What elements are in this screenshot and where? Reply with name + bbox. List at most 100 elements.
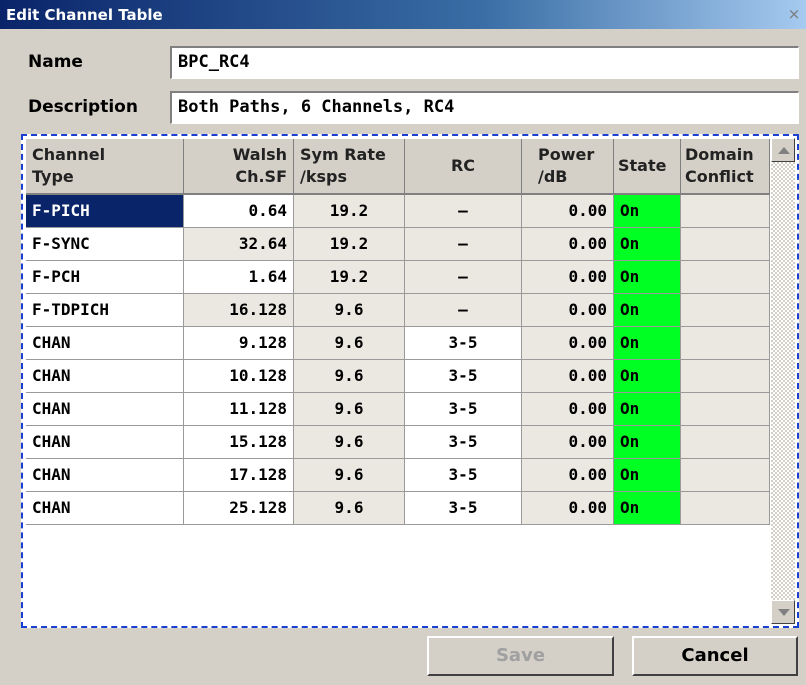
walsh-code-cell[interactable]: 10.128 xyxy=(183,359,294,393)
rc-cell[interactable]: 3-5 xyxy=(404,491,522,525)
state-cell[interactable]: On xyxy=(613,194,681,228)
table-row[interactable]: F-TDPICH 16.128 9.6–0.00 On xyxy=(26,293,770,327)
cancel-button[interactable]: Cancel xyxy=(632,636,798,676)
channel-type-cell[interactable]: F-PCH xyxy=(26,260,184,294)
table-row[interactable]: F-PICH 0.64 19.2–0.00 On xyxy=(26,194,770,228)
state-cell[interactable]: On xyxy=(613,260,681,294)
rc-cell[interactable]: – xyxy=(404,260,522,294)
walsh-code-cell[interactable]: 11.128 xyxy=(183,392,294,426)
channel-type-cell[interactable]: F-TDPICH xyxy=(26,293,184,327)
power-cell[interactable]: 0.00 xyxy=(521,458,614,492)
channel-type-cell[interactable]: F-PICH xyxy=(26,194,184,228)
state-cell[interactable]: On xyxy=(613,326,681,360)
table-row[interactable]: CHAN 25.128 9.6 3-5 0.00 On xyxy=(26,491,770,525)
walsh-code-cell[interactable]: 0.64 xyxy=(183,194,294,228)
state-cell[interactable]: On xyxy=(613,491,681,525)
walsh-code-cell[interactable]: 17.128 xyxy=(183,458,294,492)
column-header-sym-rate[interactable]: Sym Rate/ksps xyxy=(293,139,405,195)
power-cell[interactable]: 0.00 xyxy=(521,359,614,393)
sym-rate-cell[interactable]: 9.6 xyxy=(293,458,405,492)
rc-cell[interactable]: – xyxy=(404,194,522,228)
power-cell[interactable]: 0.00 xyxy=(521,392,614,426)
domain-conflict-cell[interactable] xyxy=(680,293,770,327)
scroll-up-arrow-icon[interactable] xyxy=(771,138,795,162)
vertical-scrollbar[interactable] xyxy=(771,138,795,624)
walsh-code-cell[interactable]: 9.128 xyxy=(183,326,294,360)
state-cell[interactable]: On xyxy=(613,425,681,459)
channel-type-cell[interactable]: F-SYNC xyxy=(26,227,184,261)
scroll-down-arrow-icon[interactable] xyxy=(771,600,795,624)
state-cell[interactable]: On xyxy=(613,458,681,492)
domain-conflict-cell[interactable] xyxy=(680,326,770,360)
state-cell[interactable]: On xyxy=(613,293,681,327)
sym-rate-cell[interactable]: 19.2 xyxy=(293,260,405,294)
state-cell[interactable]: On xyxy=(613,359,681,393)
column-header-state[interactable]: State xyxy=(613,139,681,195)
domain-conflict-cell[interactable] xyxy=(680,425,770,459)
rc-cell[interactable]: 3-5 xyxy=(404,458,522,492)
power-cell[interactable]: 0.00 xyxy=(521,293,614,327)
power-cell[interactable]: 0.00 xyxy=(521,227,614,261)
power-cell[interactable]: 0.00 xyxy=(521,326,614,360)
sym-rate-cell[interactable]: 19.2 xyxy=(293,227,405,261)
domain-conflict-cell[interactable] xyxy=(680,359,770,393)
column-header-channel-type[interactable]: Channel Type xyxy=(26,139,184,195)
name-field[interactable]: BPC_RC4 xyxy=(170,46,799,79)
rc-cell[interactable]: – xyxy=(404,227,522,261)
table-row[interactable]: F-SYNC 32.64 19.2–0.00 On xyxy=(26,227,770,261)
column-header-domain-conflict[interactable]: Domain Conflict xyxy=(680,139,770,195)
column-header-power[interactable]: Power/dB xyxy=(521,139,614,195)
name-label: Name xyxy=(28,52,83,72)
state-cell[interactable]: On xyxy=(613,392,681,426)
domain-conflict-cell[interactable] xyxy=(680,458,770,492)
rc-cell[interactable]: – xyxy=(404,293,522,327)
save-button[interactable]: Save xyxy=(427,636,614,676)
column-header-walsh[interactable]: Walsh Ch.SF xyxy=(183,139,294,195)
sym-rate-cell[interactable]: 9.6 xyxy=(293,326,405,360)
channel-type-cell[interactable]: CHAN xyxy=(26,359,184,393)
channel-type-cell[interactable]: CHAN xyxy=(26,392,184,426)
table-row[interactable]: CHAN 10.128 9.6 3-5 0.00 On xyxy=(26,359,770,393)
walsh-code-cell[interactable]: 16.128 xyxy=(183,293,294,327)
sym-rate-cell[interactable]: 9.6 xyxy=(293,359,405,393)
table-row[interactable]: CHAN 15.128 9.6 3-5 0.00 On xyxy=(26,425,770,459)
rc-cell[interactable]: 3-5 xyxy=(404,392,522,426)
sym-rate-cell[interactable]: 9.6 xyxy=(293,392,405,426)
sym-rate-cell[interactable]: 19.2 xyxy=(293,194,405,228)
state-cell[interactable]: On xyxy=(613,227,681,261)
close-icon[interactable]: × xyxy=(786,6,802,22)
sym-rate-cell[interactable]: 9.6 xyxy=(293,425,405,459)
table-row[interactable]: CHAN 11.128 9.6 3-5 0.00 On xyxy=(26,392,770,426)
walsh-code-cell[interactable]: 25.128 xyxy=(183,491,294,525)
domain-conflict-cell[interactable] xyxy=(680,392,770,426)
channel-type-cell[interactable]: CHAN xyxy=(26,491,184,525)
domain-conflict-cell[interactable] xyxy=(680,260,770,294)
power-cell[interactable]: 0.00 xyxy=(521,425,614,459)
domain-conflict-cell[interactable] xyxy=(680,194,770,228)
sym-rate-cell[interactable]: 9.6 xyxy=(293,293,405,327)
column-header-rc[interactable]: RC xyxy=(404,139,522,195)
window-title: Edit Channel Table xyxy=(6,6,163,24)
description-field[interactable]: Both Paths, 6 Channels, RC4 xyxy=(170,91,799,124)
channel-type-cell[interactable]: CHAN xyxy=(26,425,184,459)
walsh-code-cell[interactable]: 32.64 xyxy=(183,227,294,261)
title-bar: Edit Channel Table × xyxy=(0,0,806,29)
walsh-code-cell[interactable]: 15.128 xyxy=(183,425,294,459)
channel-type-cell[interactable]: CHAN xyxy=(26,326,184,360)
description-label: Description xyxy=(28,97,138,117)
table-row[interactable]: CHAN 9.128 9.6 3-5 0.00 On xyxy=(26,326,770,360)
rc-cell[interactable]: 3-5 xyxy=(404,425,522,459)
power-cell[interactable]: 0.00 xyxy=(521,194,614,228)
domain-conflict-cell[interactable] xyxy=(680,227,770,261)
power-cell[interactable]: 0.00 xyxy=(521,491,614,525)
table-row[interactable]: F-PCH 1.64 19.2–0.00 On xyxy=(26,260,770,294)
power-cell[interactable]: 0.00 xyxy=(521,260,614,294)
domain-conflict-cell[interactable] xyxy=(680,491,770,525)
walsh-code-cell[interactable]: 1.64 xyxy=(183,260,294,294)
sym-rate-cell[interactable]: 9.6 xyxy=(293,491,405,525)
table-row[interactable]: CHAN 17.128 9.6 3-5 0.00 On xyxy=(26,458,770,492)
rc-cell[interactable]: 3-5 xyxy=(404,326,522,360)
channel-table-panel: Channel Type Walsh Ch.SF Sym Rate/ksps RC … xyxy=(21,134,799,628)
channel-type-cell[interactable]: CHAN xyxy=(26,458,184,492)
rc-cell[interactable]: 3-5 xyxy=(404,359,522,393)
